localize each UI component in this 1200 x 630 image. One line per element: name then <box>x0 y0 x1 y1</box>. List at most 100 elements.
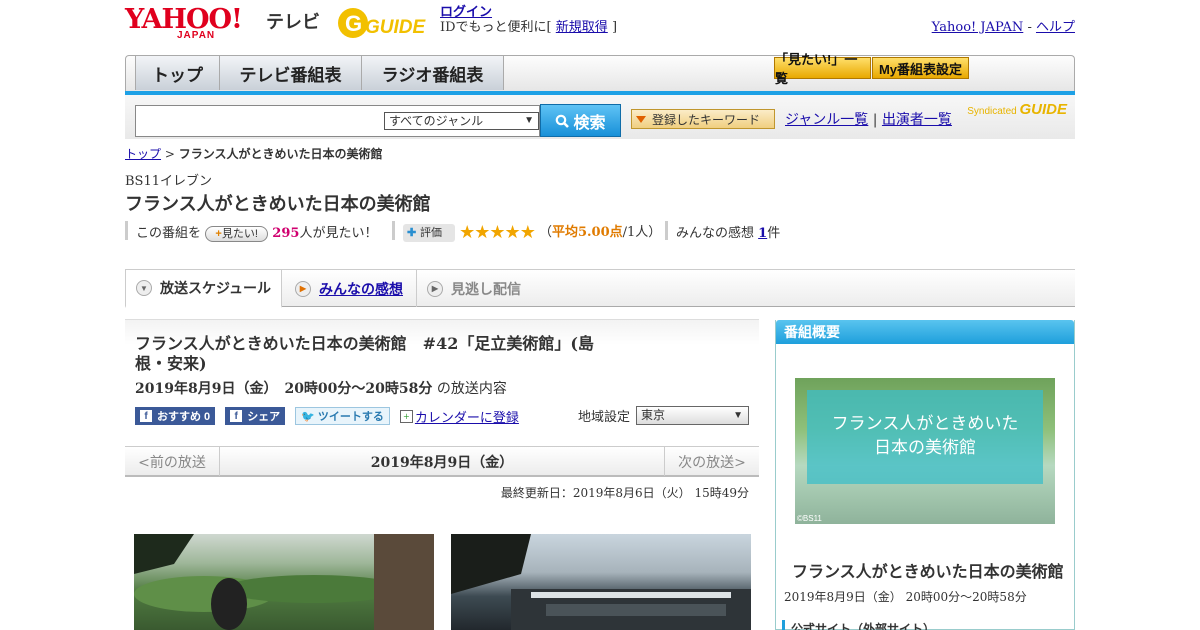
tab-streaming[interactable]: ▶ 見逃し配信 <box>417 270 547 307</box>
performer-list-link[interactable]: 出演者一覧 <box>882 112 952 128</box>
building-photo-art <box>451 534 751 630</box>
broadcast-pager: <前の放送 2019年8月9日（金） 次の放送> <box>125 446 759 477</box>
nav-tab-top[interactable]: トップ <box>135 56 220 90</box>
program-summary-panel: 番組概要 フランス人がときめいた 日本の美術館 ©BS11 フランス人がときめい… <box>775 320 1075 630</box>
genre-select[interactable]: すべてのジャンル ▼ <box>384 112 539 130</box>
next-broadcast-button[interactable]: 次の放送> <box>664 447 759 476</box>
tab-streaming-label: 見逃し配信 <box>451 280 521 297</box>
program-summary-heading: 番組概要 <box>776 320 1074 344</box>
region-label: 地域設定 <box>577 410 630 425</box>
syndicated-guide-text: GUIDE <box>1019 101 1067 118</box>
twitter-bird-icon: 🐦 <box>301 410 315 423</box>
rating-section: ✚ 評価 ★★★★★ （平均5.00点/1人） <box>403 221 661 243</box>
region-setting: 地域設定 東京 ▼ <box>578 406 749 425</box>
triangle-down-icon <box>636 115 646 123</box>
last-updated: 最終更新日：2019年8月6日（火） 15時49分 <box>500 486 749 500</box>
svg-text:G: G <box>345 11 362 36</box>
thumbnail-text-line2: 日本の美術館 <box>874 438 976 457</box>
facebook-recommend-label: おすすめ 0 <box>157 411 211 423</box>
tab-impressions-label: みんなの感想 <box>319 280 403 297</box>
prev-broadcast-button[interactable]: <前の放送 <box>125 447 220 476</box>
calendar-register[interactable]: + カレンダーに登録 <box>399 407 519 426</box>
syndicated-text: Syndicated <box>967 106 1017 117</box>
genre-list-link[interactable]: ジャンル一覧 <box>785 112 868 128</box>
login-link[interactable]: ログイン <box>440 5 492 20</box>
garden-photo-art <box>134 534 434 630</box>
region-select[interactable]: 東京 ▼ <box>636 406 749 425</box>
register-link[interactable]: 新規取得 <box>556 20 608 35</box>
thumbnail-text-line1: フランス人がときめいた <box>831 414 1019 433</box>
region-selected-value: 東京 <box>641 408 666 422</box>
facebook-share-button[interactable]: f シェア <box>225 407 286 425</box>
chevron-down-icon: ▼ <box>524 115 534 126</box>
want-section: この番組を +見たい! 295人が見たい！ <box>136 222 377 242</box>
official-site-link[interactable]: 公式サイト（外部サイト） <box>782 620 935 630</box>
nav-tab-tv-schedule[interactable]: テレビ番組表 <box>220 56 362 90</box>
login-box: ログイン IDでもっと便利に[ 新規取得 ] <box>440 5 617 35</box>
registered-keywords-button[interactable]: 登録したキーワード <box>631 109 775 129</box>
page-title: フランス人がときめいた日本の美術館 <box>125 194 431 215</box>
rating-label: 評価 <box>420 225 443 239</box>
episode-date-line: 2019年8月9日（金） 20時00分～20時58分 の放送内容 <box>135 378 507 398</box>
g-guide-logo[interactable]: G GUIDE <box>335 5 430 41</box>
stat-divider <box>125 221 128 240</box>
content-tabs: ▼ 放送スケジュール ▶ みんなの感想 ▶ 見逃し配信 <box>125 269 1075 308</box>
login-sub-suffix: ] <box>611 20 618 35</box>
want-button[interactable]: +見たい! <box>205 225 269 242</box>
stat-divider <box>392 221 395 240</box>
syndicated-g-guide-logo: Syndicated GUIDE <box>967 101 1067 118</box>
impressions-section: みんなの感想 1件 <box>676 222 780 241</box>
impressions-count-link[interactable]: 1 <box>758 226 767 241</box>
help-link[interactable]: ヘルプ <box>1036 20 1075 35</box>
yahoo-logo[interactable]: YAHOO! <box>125 6 243 33</box>
want-suffix: 人が見たい！ <box>299 226 378 241</box>
yahoo-japan-text: JAPAN <box>177 30 216 41</box>
main-nav: トップ テレビ番組表 ラジオ番組表 「見たい!」一覧 My番組表設定 <box>125 52 1075 91</box>
genre-selected-value: すべてのジャンル <box>389 114 484 128</box>
impressions-prefix: みんなの感想 <box>676 226 755 241</box>
search-icon <box>556 114 570 128</box>
tweet-label: ツイートする <box>317 411 384 423</box>
mitai-list-button[interactable]: 「見たい!」一覧 <box>774 52 871 86</box>
current-broadcast-date: 2019年8月9日（金） <box>370 454 514 471</box>
episode-date-suffix: の放送内容 <box>436 381 507 397</box>
tab-impressions[interactable]: ▶ みんなの感想 <box>282 270 417 307</box>
chevron-down-icon: ▼ <box>733 410 743 421</box>
tweet-button[interactable]: 🐦 ツイートする <box>295 407 390 425</box>
episode-info: フランス人がときめいた日本の美術館 #42「足立美術館」(島根・安来) 2019… <box>125 319 759 445</box>
g-guide-text: GUIDE <box>365 17 427 38</box>
program-thumbnail: フランス人がときめいた 日本の美術館 ©BS11 <box>795 378 1055 524</box>
impressions-suffix: 件 <box>767 226 781 241</box>
thumbnail-title-overlay: フランス人がときめいた 日本の美術館 <box>807 390 1043 484</box>
star-rating-icon: ★★★★★ <box>459 222 536 243</box>
header: YAHOO! JAPAN テレビ G GUIDE ログイン IDでもっと便利に[… <box>125 0 1075 50</box>
nav-tab-radio-schedule[interactable]: ラジオ番組表 <box>362 56 504 90</box>
breadcrumb-current: フランス人がときめいた日本の美術館 <box>178 147 383 161</box>
facebook-share-label: シェア <box>247 411 281 423</box>
search-button-label: 検索 <box>573 114 606 132</box>
search-button[interactable]: 検索 <box>540 104 621 137</box>
search-links-divider: | <box>872 112 878 128</box>
calendar-icon: + <box>399 409 413 423</box>
login-sub-prefix: IDでもっと便利に[ <box>440 20 552 35</box>
facebook-recommend-button[interactable]: f おすすめ 0 <box>135 407 216 425</box>
yahoo-japan-link[interactable]: Yahoo! JAPAN <box>932 20 1024 35</box>
tab-schedule[interactable]: ▼ 放送スケジュール <box>125 270 282 308</box>
program-stats: この番組を +見たい! 295人が見たい！ ✚ 評価 ★★★★★ （平均5.00… <box>125 221 1075 243</box>
breadcrumb-sep: > <box>164 147 175 161</box>
breadcrumb: トップ > フランス人がときめいた日本の美術館 <box>125 145 383 162</box>
want-prefix: この番組を <box>136 226 202 241</box>
header-links: Yahoo! JAPAN - ヘルプ <box>932 16 1075 35</box>
registered-keywords-label: 登録したキーワード <box>652 112 761 127</box>
my-schedule-settings-button[interactable]: My番組表設定 <box>872 57 969 79</box>
want-count: 295 <box>272 226 300 241</box>
tv-logo-text[interactable]: テレビ <box>266 8 320 34</box>
search-links: ジャンル一覧 | 出演者一覧 <box>785 109 952 129</box>
side-program-title: フランス人がときめいた日本の美術館 <box>792 564 1064 581</box>
breadcrumb-top-link[interactable]: トップ <box>125 147 161 161</box>
stat-divider <box>665 221 668 240</box>
avg-score: 平均5.00点 <box>551 225 623 240</box>
rating-button[interactable]: ✚ 評価 <box>403 223 455 242</box>
chevron-right-icon: ▶ <box>295 280 311 297</box>
episode-title: フランス人がときめいた日本の美術館 #42「足立美術館」(島根・安来) <box>135 334 594 373</box>
